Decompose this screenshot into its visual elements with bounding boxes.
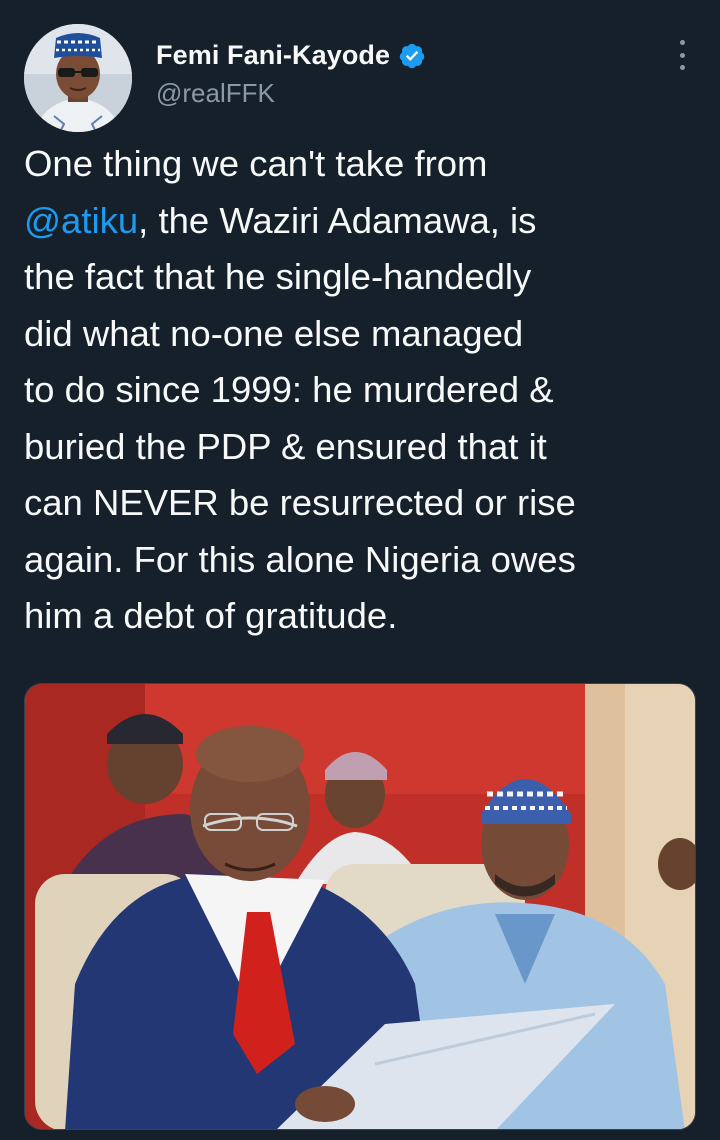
tweet-text-body: , the Waziri Adamawa, is the fact that h… bbox=[24, 199, 576, 637]
mention-link[interactable]: @atiku bbox=[24, 200, 138, 241]
more-options-icon[interactable] bbox=[674, 40, 690, 70]
author-handle[interactable]: @realFFK bbox=[156, 78, 275, 109]
tweet-photo[interactable] bbox=[24, 683, 696, 1130]
more-dot bbox=[679, 52, 685, 58]
tweet: Femi Fani-Kayode @realFFK One thing we c… bbox=[0, 0, 720, 1140]
author-display-name[interactable]: Femi Fani-Kayode bbox=[156, 40, 390, 71]
tweet-text: One thing we can't take from @atiku, the… bbox=[24, 136, 699, 645]
more-dot bbox=[679, 40, 685, 45]
tweet-text-line1: One thing we can't take from bbox=[24, 143, 488, 184]
more-dot bbox=[679, 65, 685, 70]
verified-badge-icon bbox=[399, 43, 425, 68]
author-name-row[interactable]: Femi Fani-Kayode bbox=[156, 40, 426, 71]
author-avatar[interactable] bbox=[24, 24, 132, 132]
